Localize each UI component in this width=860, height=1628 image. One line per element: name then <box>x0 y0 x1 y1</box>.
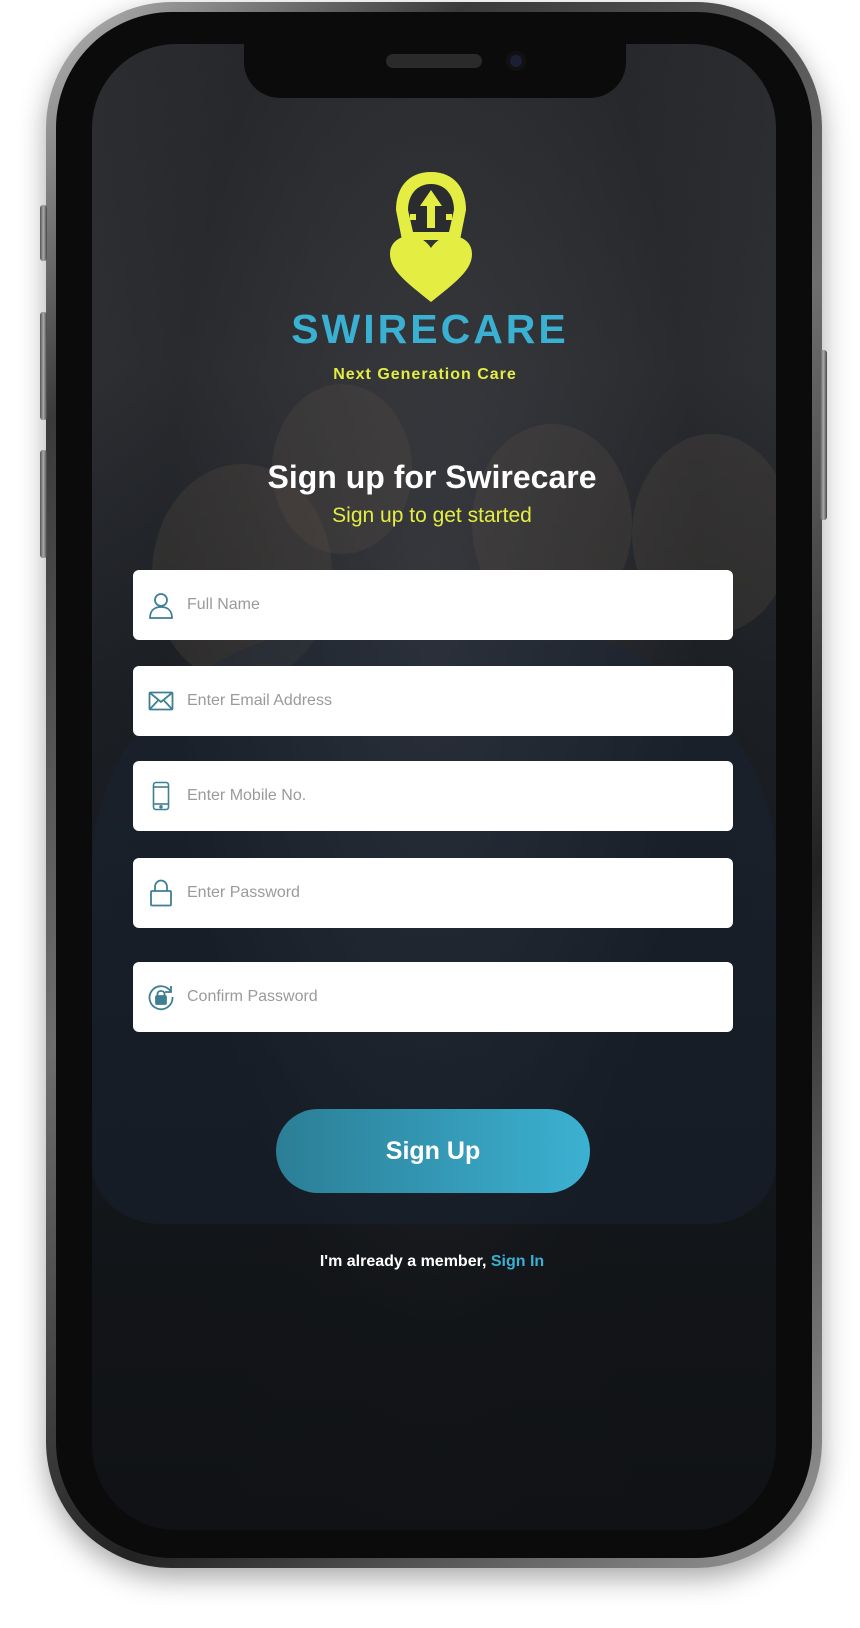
confirm-password-input[interactable] <box>185 987 733 1007</box>
lock-refresh-icon <box>147 983 175 1011</box>
password-input[interactable] <box>185 883 733 903</box>
envelope-icon <box>147 687 175 715</box>
sign-in-link[interactable]: Sign In <box>491 1253 544 1270</box>
footprint-arrow-heart-icon <box>390 172 472 302</box>
device-mockup: SWIRECARE Next Generation Care Sign up f… <box>0 0 860 1628</box>
mobile-phone-icon <box>147 781 175 811</box>
mobile-input[interactable] <box>185 786 733 806</box>
full-name-input[interactable] <box>185 595 733 615</box>
confirm-password-field[interactable] <box>133 962 733 1032</box>
already-member-text: I'm already a member, Sign In <box>0 1253 860 1271</box>
page-title: Sign up for Swirecare <box>267 459 597 495</box>
mobile-field[interactable] <box>133 761 733 831</box>
member-prompt: I'm already a member, <box>319 1253 491 1270</box>
sign-up-button[interactable]: Sign Up <box>276 1109 590 1193</box>
front-camera <box>506 51 526 71</box>
lock-icon <box>147 879 175 907</box>
phone-notch <box>244 44 626 98</box>
brand-name: SWIRECARE <box>291 306 569 352</box>
full-name-field[interactable] <box>133 570 733 640</box>
password-field[interactable] <box>133 858 733 928</box>
page-subtitle: Sign up to get started <box>332 504 532 527</box>
mute-switch <box>40 205 47 261</box>
email-input[interactable] <box>185 691 733 711</box>
speaker-grille <box>386 54 482 68</box>
brand-tagline: Next Generation Care <box>333 366 517 383</box>
user-icon <box>147 591 175 619</box>
email-field[interactable] <box>133 666 733 736</box>
